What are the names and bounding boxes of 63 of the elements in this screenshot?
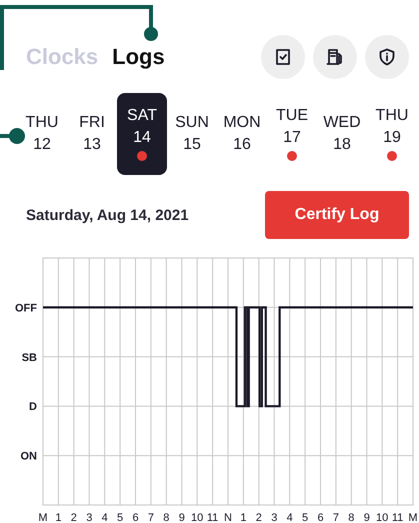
date-number: 15 (183, 136, 201, 154)
day-button[interactable]: FRI 13 (67, 93, 117, 175)
hour-label: 5 (117, 512, 124, 523)
hour-label: 4 (102, 512, 108, 523)
certify-log-button[interactable]: Certify Log (265, 191, 409, 239)
weekday-label: THU (376, 107, 408, 125)
weekday-label: FRI (79, 114, 105, 132)
clipboard-check-icon (274, 48, 292, 66)
weekday-label: SAT (127, 107, 157, 125)
day-button[interactable]: MON 16 (217, 93, 267, 175)
hour-label: 8 (348, 512, 354, 523)
hour-label: N (224, 512, 232, 523)
day-button[interactable]: WED 18 (317, 93, 367, 175)
day-button[interactable]: TUE 17 (267, 93, 317, 175)
date-number: 16 (233, 136, 251, 154)
date-number: 13 (83, 136, 101, 154)
weekday-label: THU (26, 114, 58, 132)
weekday-label: SUN (175, 114, 209, 132)
hour-label: 7 (148, 512, 154, 523)
hour-label: 5 (302, 512, 308, 523)
date-number: 12 (33, 136, 51, 154)
hour-label: 9 (178, 512, 185, 523)
weekday-label: TUE (276, 107, 308, 125)
toolbar-button[interactable] (313, 35, 357, 79)
hour-label: 6 (132, 512, 139, 523)
status-label: SB (22, 352, 37, 364)
toolbar-button[interactable] (365, 35, 409, 79)
date-number: 14 (133, 129, 151, 147)
hour-label: 6 (317, 512, 324, 523)
hour-label: 10 (376, 512, 388, 523)
hour-label: M (408, 512, 418, 523)
status-label: OFF (15, 302, 37, 314)
date-number: 18 (333, 136, 351, 154)
hour-label: 1 (55, 512, 62, 523)
tab[interactable]: Logs (112, 44, 165, 70)
hour-label: 9 (364, 512, 370, 523)
hour-label: 4 (286, 512, 293, 523)
hour-label: 1 (240, 512, 246, 523)
weekday-label: WED (323, 114, 361, 132)
hour-label: 3 (271, 512, 278, 523)
weekday-label: MON (223, 114, 261, 132)
date-number: 17 (283, 129, 301, 147)
day-button[interactable]: SUN 15 (167, 93, 217, 175)
toolbar-button[interactable] (261, 35, 305, 79)
hour-label: 3 (86, 512, 92, 523)
hour-label: 11 (392, 512, 404, 523)
date-number: 19 (383, 129, 401, 147)
day-button[interactable]: THU 19 (367, 93, 417, 175)
hour-label: 8 (163, 512, 170, 523)
fuel-pump-icon (326, 48, 344, 66)
hour-label: 2 (256, 512, 262, 523)
shield-info-icon (378, 48, 396, 66)
hour-label: 7 (332, 512, 339, 523)
hour-label: 2 (70, 512, 77, 523)
hour-label: 10 (191, 512, 204, 523)
hour-label: M (38, 512, 48, 523)
hour-label: 11 (206, 512, 218, 523)
pointer-dot (0, 128, 25, 144)
status-label: ON (20, 450, 37, 463)
date-label: Saturday, Aug 14, 2021 (26, 206, 189, 224)
day-button[interactable]: THU 12 (17, 93, 67, 175)
status-label: D (29, 401, 37, 414)
day-button[interactable]: SAT 14 (117, 93, 167, 175)
